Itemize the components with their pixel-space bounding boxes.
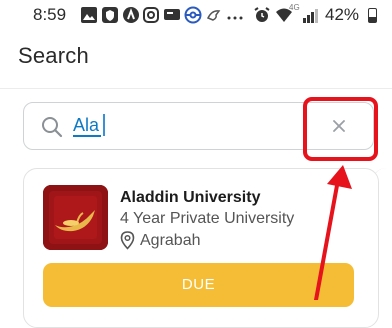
instagram-icon xyxy=(143,7,159,23)
search-icon xyxy=(42,117,63,138)
school-logo xyxy=(43,185,108,250)
school-type: 4 Year Private University xyxy=(120,210,295,227)
highlight-box xyxy=(303,97,378,161)
due-button[interactable]: DUE xyxy=(43,263,354,307)
header-divider xyxy=(0,88,392,89)
app-a-icon xyxy=(123,7,139,23)
search-input[interactable]: Ala xyxy=(73,115,102,137)
more-icon xyxy=(227,16,243,20)
battery-percent: 42% xyxy=(325,5,360,24)
page-title: Search xyxy=(18,43,89,68)
network-label: 4G xyxy=(289,3,300,12)
status-bar: 8:59 4G 42% xyxy=(0,0,392,30)
bird-icon xyxy=(206,10,221,21)
school-name[interactable]: Aladdin University xyxy=(120,189,260,207)
pokeball-icon xyxy=(184,6,202,24)
text-cursor xyxy=(103,114,105,136)
school-location: Agrabah xyxy=(140,232,201,249)
shield-icon xyxy=(102,7,118,23)
photo-icon xyxy=(81,7,97,23)
battery-icon xyxy=(368,8,377,23)
status-time: 8:59 xyxy=(33,5,67,24)
alarm-icon xyxy=(254,7,270,22)
location-pin-icon xyxy=(120,231,135,250)
signal-icon xyxy=(303,9,318,23)
chat-icon xyxy=(164,9,180,20)
